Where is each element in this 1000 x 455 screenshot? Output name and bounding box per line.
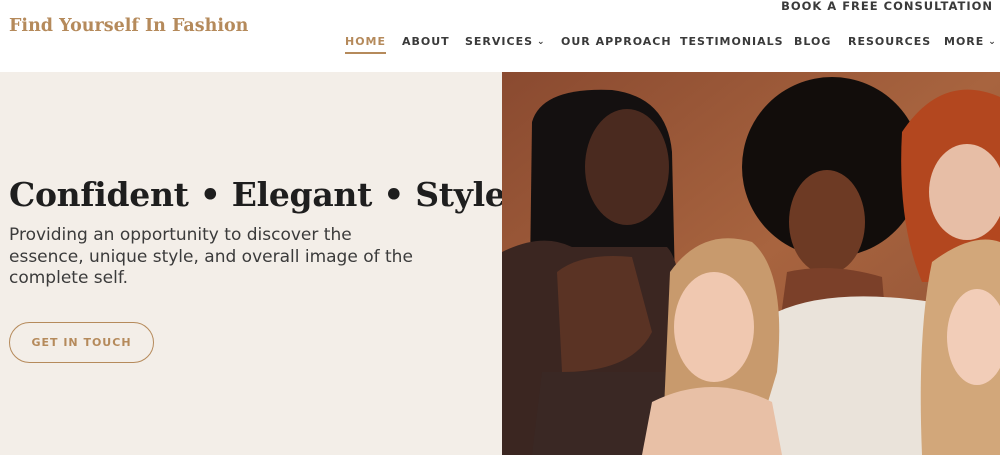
main-nav: HOME ABOUT SERVICES ⌄ OUR APPROACH TESTIM… [0, 35, 1000, 59]
book-consultation-link[interactable]: BOOK A FREE CONSULTATION [781, 0, 993, 13]
chevron-down-icon: ⌄ [537, 37, 546, 47]
hero-subtitle: Providing an opportunity to discover the… [9, 225, 413, 288]
site-logo[interactable]: Find Yourself In Fashion [9, 16, 248, 36]
model-blonde-right [920, 239, 1000, 455]
site-header: Find Yourself In Fashion BOOK A FREE CON… [0, 0, 1000, 72]
get-in-touch-button[interactable]: GET IN TOUCH [9, 322, 154, 363]
nav-item-label: SERVICES [465, 35, 534, 48]
nav-item-label: BLOG [794, 35, 832, 48]
hero-photo-illustration [502, 72, 1000, 455]
hero-photo [502, 72, 1000, 455]
chevron-down-icon: ⌄ [988, 37, 997, 47]
nav-item-blog[interactable]: BLOG [794, 35, 831, 48]
nav-item-more[interactable]: MORE ⌄ [944, 35, 997, 48]
active-indicator [345, 52, 387, 54]
nav-item-label: OUR APPROACH [561, 35, 672, 48]
nav-item-label: ABOUT [402, 35, 450, 48]
nav-item-resources[interactable]: RESOURCES [848, 35, 931, 48]
hero-title: Confident • Elegant • Style [9, 175, 506, 214]
nav-item-about[interactable]: ABOUT [402, 35, 450, 48]
nav-item-home[interactable]: HOME [345, 35, 387, 54]
nav-item-our-approach[interactable]: OUR APPROACH [561, 35, 672, 48]
nav-item-label: HOME [345, 35, 387, 48]
nav-item-label: MORE [944, 35, 985, 48]
nav-item-testimonials[interactable]: TESTIMONIALS [680, 35, 784, 48]
nav-item-services[interactable]: SERVICES ⌄ [465, 35, 546, 48]
nav-item-label: TESTIMONIALS [680, 35, 784, 48]
nav-item-label: RESOURCES [848, 35, 932, 48]
hero-section: Confident • Elegant • Style Providing an… [0, 72, 506, 455]
